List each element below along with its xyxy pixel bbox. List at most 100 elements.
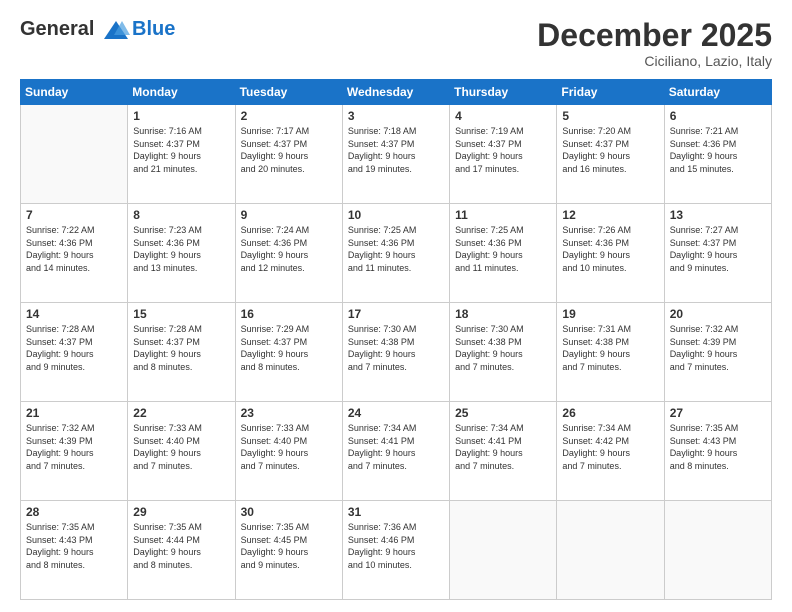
day-info: Sunrise: 7:25 AM Sunset: 4:36 PM Dayligh… bbox=[348, 224, 444, 274]
day-number: 29 bbox=[133, 505, 229, 519]
calendar-week-row-5: 28Sunrise: 7:35 AM Sunset: 4:43 PM Dayli… bbox=[21, 501, 772, 600]
day-number: 3 bbox=[348, 109, 444, 123]
page: General Blue December 2025 Ciciliano, La… bbox=[0, 0, 792, 612]
month-year-title: December 2025 bbox=[537, 18, 772, 53]
calendar-cell: 8Sunrise: 7:23 AM Sunset: 4:36 PM Daylig… bbox=[128, 204, 235, 303]
day-number: 24 bbox=[348, 406, 444, 420]
calendar-cell: 29 Sunrise: 7:35 AM Sunset: 4:44 PM Dayli… bbox=[128, 501, 235, 600]
logo-blue: Blue bbox=[132, 18, 175, 40]
calendar-cell: 21 Sunrise: 7:32 AM Sunset: 4:39 PM Dayli… bbox=[21, 402, 128, 501]
day-number: 25 bbox=[455, 406, 551, 420]
calendar-cell: 3 Sunrise: 7:18 AM Sunset: 4:37 PM Daylig… bbox=[342, 105, 449, 204]
day-info: Sunrise: 7:27 AM Sunset: 4:37 PM Dayligh… bbox=[670, 224, 766, 274]
day-info: Sunrise: 7:17 AM Sunset: 4:37 PM Dayligh… bbox=[241, 125, 337, 175]
day-info: Sunrise: 7:30 AM Sunset: 4:38 PM Dayligh… bbox=[455, 323, 551, 373]
calendar-week-row-4: 21 Sunrise: 7:32 AM Sunset: 4:39 PM Dayli… bbox=[21, 402, 772, 501]
day-info: Sunrise: 7:34 AM Sunset: 4:42 PM Dayligh… bbox=[562, 422, 658, 472]
calendar-cell: 7 Sunrise: 7:22 AM Sunset: 4:36 PM Daylig… bbox=[21, 204, 128, 303]
day-info: Sunrise: 7:33 AM Sunset: 4:40 PM Dayligh… bbox=[241, 422, 337, 472]
calendar-cell: 30 Sunrise: 7:35 AM Sunset: 4:45 PM Dayli… bbox=[235, 501, 342, 600]
day-number: 9 bbox=[241, 208, 337, 222]
calendar-cell: 20Sunrise: 7:32 AM Sunset: 4:39 PM Dayli… bbox=[664, 303, 771, 402]
calendar-cell: 5 Sunrise: 7:20 AM Sunset: 4:37 PM Daylig… bbox=[557, 105, 664, 204]
calendar-cell: 10 Sunrise: 7:25 AM Sunset: 4:36 PM Dayli… bbox=[342, 204, 449, 303]
day-info: Sunrise: 7:29 AM Sunset: 4:37 PM Dayligh… bbox=[241, 323, 337, 373]
day-info: Sunrise: 7:18 AM Sunset: 4:37 PM Dayligh… bbox=[348, 125, 444, 175]
day-number: 17 bbox=[348, 307, 444, 321]
day-number: 18 bbox=[455, 307, 551, 321]
day-info: Sunrise: 7:35 AM Sunset: 4:43 PM Dayligh… bbox=[670, 422, 766, 472]
calendar-cell: 22 Sunrise: 7:33 AM Sunset: 4:40 PM Dayli… bbox=[128, 402, 235, 501]
day-number: 14 bbox=[26, 307, 122, 321]
calendar-cell: 27Sunrise: 7:35 AM Sunset: 4:43 PM Dayli… bbox=[664, 402, 771, 501]
calendar-cell: 19 Sunrise: 7:31 AM Sunset: 4:38 PM Dayli… bbox=[557, 303, 664, 402]
calendar-table: Sunday Monday Tuesday Wednesday Thursday… bbox=[20, 79, 772, 600]
day-info: Sunrise: 7:32 AM Sunset: 4:39 PM Dayligh… bbox=[26, 422, 122, 472]
day-info: Sunrise: 7:28 AM Sunset: 4:37 PM Dayligh… bbox=[26, 323, 122, 373]
day-number: 16 bbox=[241, 307, 337, 321]
calendar-cell: 25 Sunrise: 7:34 AM Sunset: 4:41 PM Dayli… bbox=[450, 402, 557, 501]
col-monday: Monday bbox=[128, 80, 235, 105]
calendar-cell: 16 Sunrise: 7:29 AM Sunset: 4:37 PM Dayli… bbox=[235, 303, 342, 402]
calendar-cell bbox=[21, 105, 128, 204]
day-number: 30 bbox=[241, 505, 337, 519]
calendar-cell: 24Sunrise: 7:34 AM Sunset: 4:41 PM Dayli… bbox=[342, 402, 449, 501]
calendar-cell: 6 Sunrise: 7:21 AM Sunset: 4:36 PM Daylig… bbox=[664, 105, 771, 204]
calendar-cell bbox=[450, 501, 557, 600]
calendar-cell: 18 Sunrise: 7:30 AM Sunset: 4:38 PM Dayli… bbox=[450, 303, 557, 402]
day-info: Sunrise: 7:21 AM Sunset: 4:36 PM Dayligh… bbox=[670, 125, 766, 175]
col-tuesday: Tuesday bbox=[235, 80, 342, 105]
calendar-cell: 11 Sunrise: 7:25 AM Sunset: 4:36 PM Dayli… bbox=[450, 204, 557, 303]
day-number: 26 bbox=[562, 406, 658, 420]
col-thursday: Thursday bbox=[450, 80, 557, 105]
day-number: 13 bbox=[670, 208, 766, 222]
calendar-cell: 14 Sunrise: 7:28 AM Sunset: 4:37 PM Dayli… bbox=[21, 303, 128, 402]
day-number: 22 bbox=[133, 406, 229, 420]
calendar-week-row-3: 14 Sunrise: 7:28 AM Sunset: 4:37 PM Dayli… bbox=[21, 303, 772, 402]
day-info: Sunrise: 7:22 AM Sunset: 4:36 PM Dayligh… bbox=[26, 224, 122, 274]
day-info: Sunrise: 7:35 AM Sunset: 4:45 PM Dayligh… bbox=[241, 521, 337, 571]
calendar-header-row: Sunday Monday Tuesday Wednesday Thursday… bbox=[21, 80, 772, 105]
day-number: 6 bbox=[670, 109, 766, 123]
calendar-cell: 28Sunrise: 7:35 AM Sunset: 4:43 PM Dayli… bbox=[21, 501, 128, 600]
col-sunday: Sunday bbox=[21, 80, 128, 105]
calendar-week-row-2: 7 Sunrise: 7:22 AM Sunset: 4:36 PM Daylig… bbox=[21, 204, 772, 303]
day-info: Sunrise: 7:33 AM Sunset: 4:40 PM Dayligh… bbox=[133, 422, 229, 472]
day-info: Sunrise: 7:30 AM Sunset: 4:38 PM Dayligh… bbox=[348, 323, 444, 373]
day-info: Sunrise: 7:20 AM Sunset: 4:37 PM Dayligh… bbox=[562, 125, 658, 175]
day-number: 5 bbox=[562, 109, 658, 123]
calendar-cell: 31 Sunrise: 7:36 AM Sunset: 4:46 PM Dayli… bbox=[342, 501, 449, 600]
day-number: 28 bbox=[26, 505, 122, 519]
calendar-cell: 1 Sunrise: 7:16 AM Sunset: 4:37 PM Daylig… bbox=[128, 105, 235, 204]
day-number: 12 bbox=[562, 208, 658, 222]
day-number: 21 bbox=[26, 406, 122, 420]
day-info: Sunrise: 7:16 AM Sunset: 4:37 PM Dayligh… bbox=[133, 125, 229, 175]
calendar-cell: 9 Sunrise: 7:24 AM Sunset: 4:36 PM Daylig… bbox=[235, 204, 342, 303]
day-number: 19 bbox=[562, 307, 658, 321]
day-info: Sunrise: 7:31 AM Sunset: 4:38 PM Dayligh… bbox=[562, 323, 658, 373]
logo: General Blue bbox=[20, 18, 175, 41]
logo-general: General bbox=[20, 18, 94, 40]
calendar-cell: 13 Sunrise: 7:27 AM Sunset: 4:37 PM Dayli… bbox=[664, 204, 771, 303]
col-wednesday: Wednesday bbox=[342, 80, 449, 105]
day-info: Sunrise: 7:35 AM Sunset: 4:44 PM Dayligh… bbox=[133, 521, 229, 571]
day-number: 10 bbox=[348, 208, 444, 222]
day-number: 7 bbox=[26, 208, 122, 222]
day-info: Sunrise: 7:19 AM Sunset: 4:37 PM Dayligh… bbox=[455, 125, 551, 175]
day-info: Sunrise: 7:28 AM Sunset: 4:37 PM Dayligh… bbox=[133, 323, 229, 373]
day-number: 23 bbox=[241, 406, 337, 420]
day-info: Sunrise: 7:36 AM Sunset: 4:46 PM Dayligh… bbox=[348, 521, 444, 571]
day-info: Sunrise: 7:34 AM Sunset: 4:41 PM Dayligh… bbox=[455, 422, 551, 472]
day-info: Sunrise: 7:25 AM Sunset: 4:36 PM Dayligh… bbox=[455, 224, 551, 274]
day-number: 11 bbox=[455, 208, 551, 222]
day-info: Sunrise: 7:24 AM Sunset: 4:36 PM Dayligh… bbox=[241, 224, 337, 274]
col-friday: Friday bbox=[557, 80, 664, 105]
day-number: 8 bbox=[133, 208, 229, 222]
day-number: 31 bbox=[348, 505, 444, 519]
calendar-cell: 23 Sunrise: 7:33 AM Sunset: 4:40 PM Dayli… bbox=[235, 402, 342, 501]
col-saturday: Saturday bbox=[664, 80, 771, 105]
day-number: 4 bbox=[455, 109, 551, 123]
title-block: December 2025 Ciciliano, Lazio, Italy bbox=[537, 18, 772, 69]
location-subtitle: Ciciliano, Lazio, Italy bbox=[537, 53, 772, 69]
day-number: 1 bbox=[133, 109, 229, 123]
